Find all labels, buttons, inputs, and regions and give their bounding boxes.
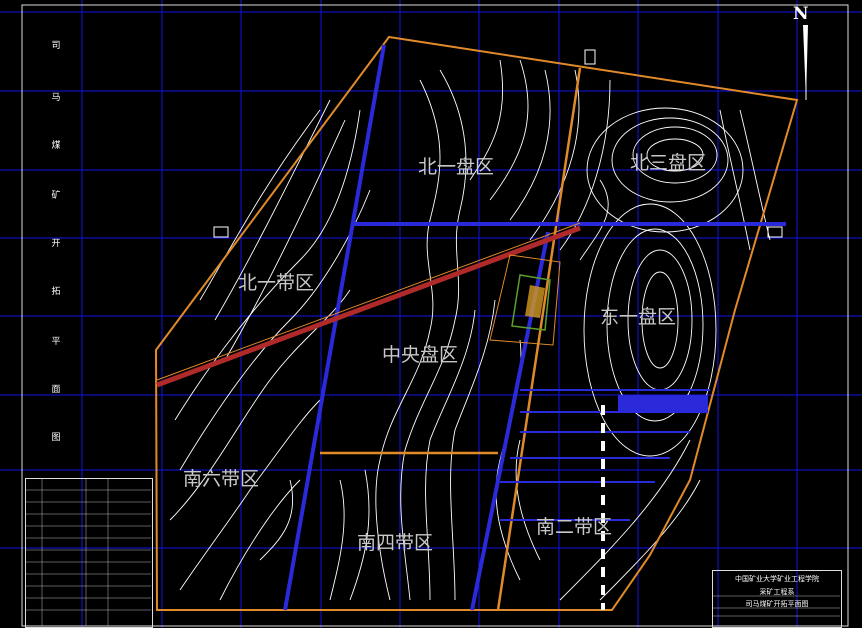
zone-label-north-one-belt: 北一带区 xyxy=(238,272,315,294)
zone-label-north-one-panel: 北一盘区 xyxy=(418,156,495,178)
title-char: 矿 xyxy=(51,191,61,201)
zone-label-north-three-panel: 北三盘区 xyxy=(630,152,707,174)
zone-label-south-six-belt: 南六带区 xyxy=(183,468,260,490)
zone-label-east-one-panel: 东一盘区 xyxy=(600,306,677,328)
contour-lines xyxy=(169,59,771,601)
title-char: 开 xyxy=(51,239,61,249)
zone-label-south-two-belt: 南二带区 xyxy=(536,516,613,538)
title-char: 图 xyxy=(51,433,61,443)
title-block-project: 采矿工程系 xyxy=(759,588,795,596)
title-char: 马 xyxy=(51,93,61,103)
title-char: 煤 xyxy=(51,141,61,151)
zone-label-south-four-belt: 南四带区 xyxy=(357,532,434,554)
zone-label-central-panel: 中央盘区 xyxy=(382,344,459,366)
north-arrow-icon xyxy=(803,25,808,100)
title-char: 平 xyxy=(51,337,61,347)
title-char: 拓 xyxy=(51,287,61,297)
mine-field-boundary xyxy=(154,35,799,611)
east-roadway-block xyxy=(618,395,708,413)
inclined-shaft xyxy=(156,225,581,388)
title-block-institution: 中国矿业大学矿业工程学院 xyxy=(735,575,819,583)
vertical-drawing-title: 司 马 煤 矿 开 拓 平 面 图 xyxy=(44,30,68,470)
section-marker-right xyxy=(767,226,783,238)
north-label: N xyxy=(793,4,809,24)
section-marker-left xyxy=(213,226,229,238)
legend-table xyxy=(25,478,153,628)
section-marker-top xyxy=(584,49,596,65)
title-char: 面 xyxy=(51,385,61,395)
title-char: 司 xyxy=(51,41,61,51)
title-block: 中国矿业大学矿业工程学院 采矿工程系 司马煤矿开拓平面图 xyxy=(712,570,842,628)
title-block-drawing-name: 司马煤矿开拓平面图 xyxy=(745,600,809,608)
